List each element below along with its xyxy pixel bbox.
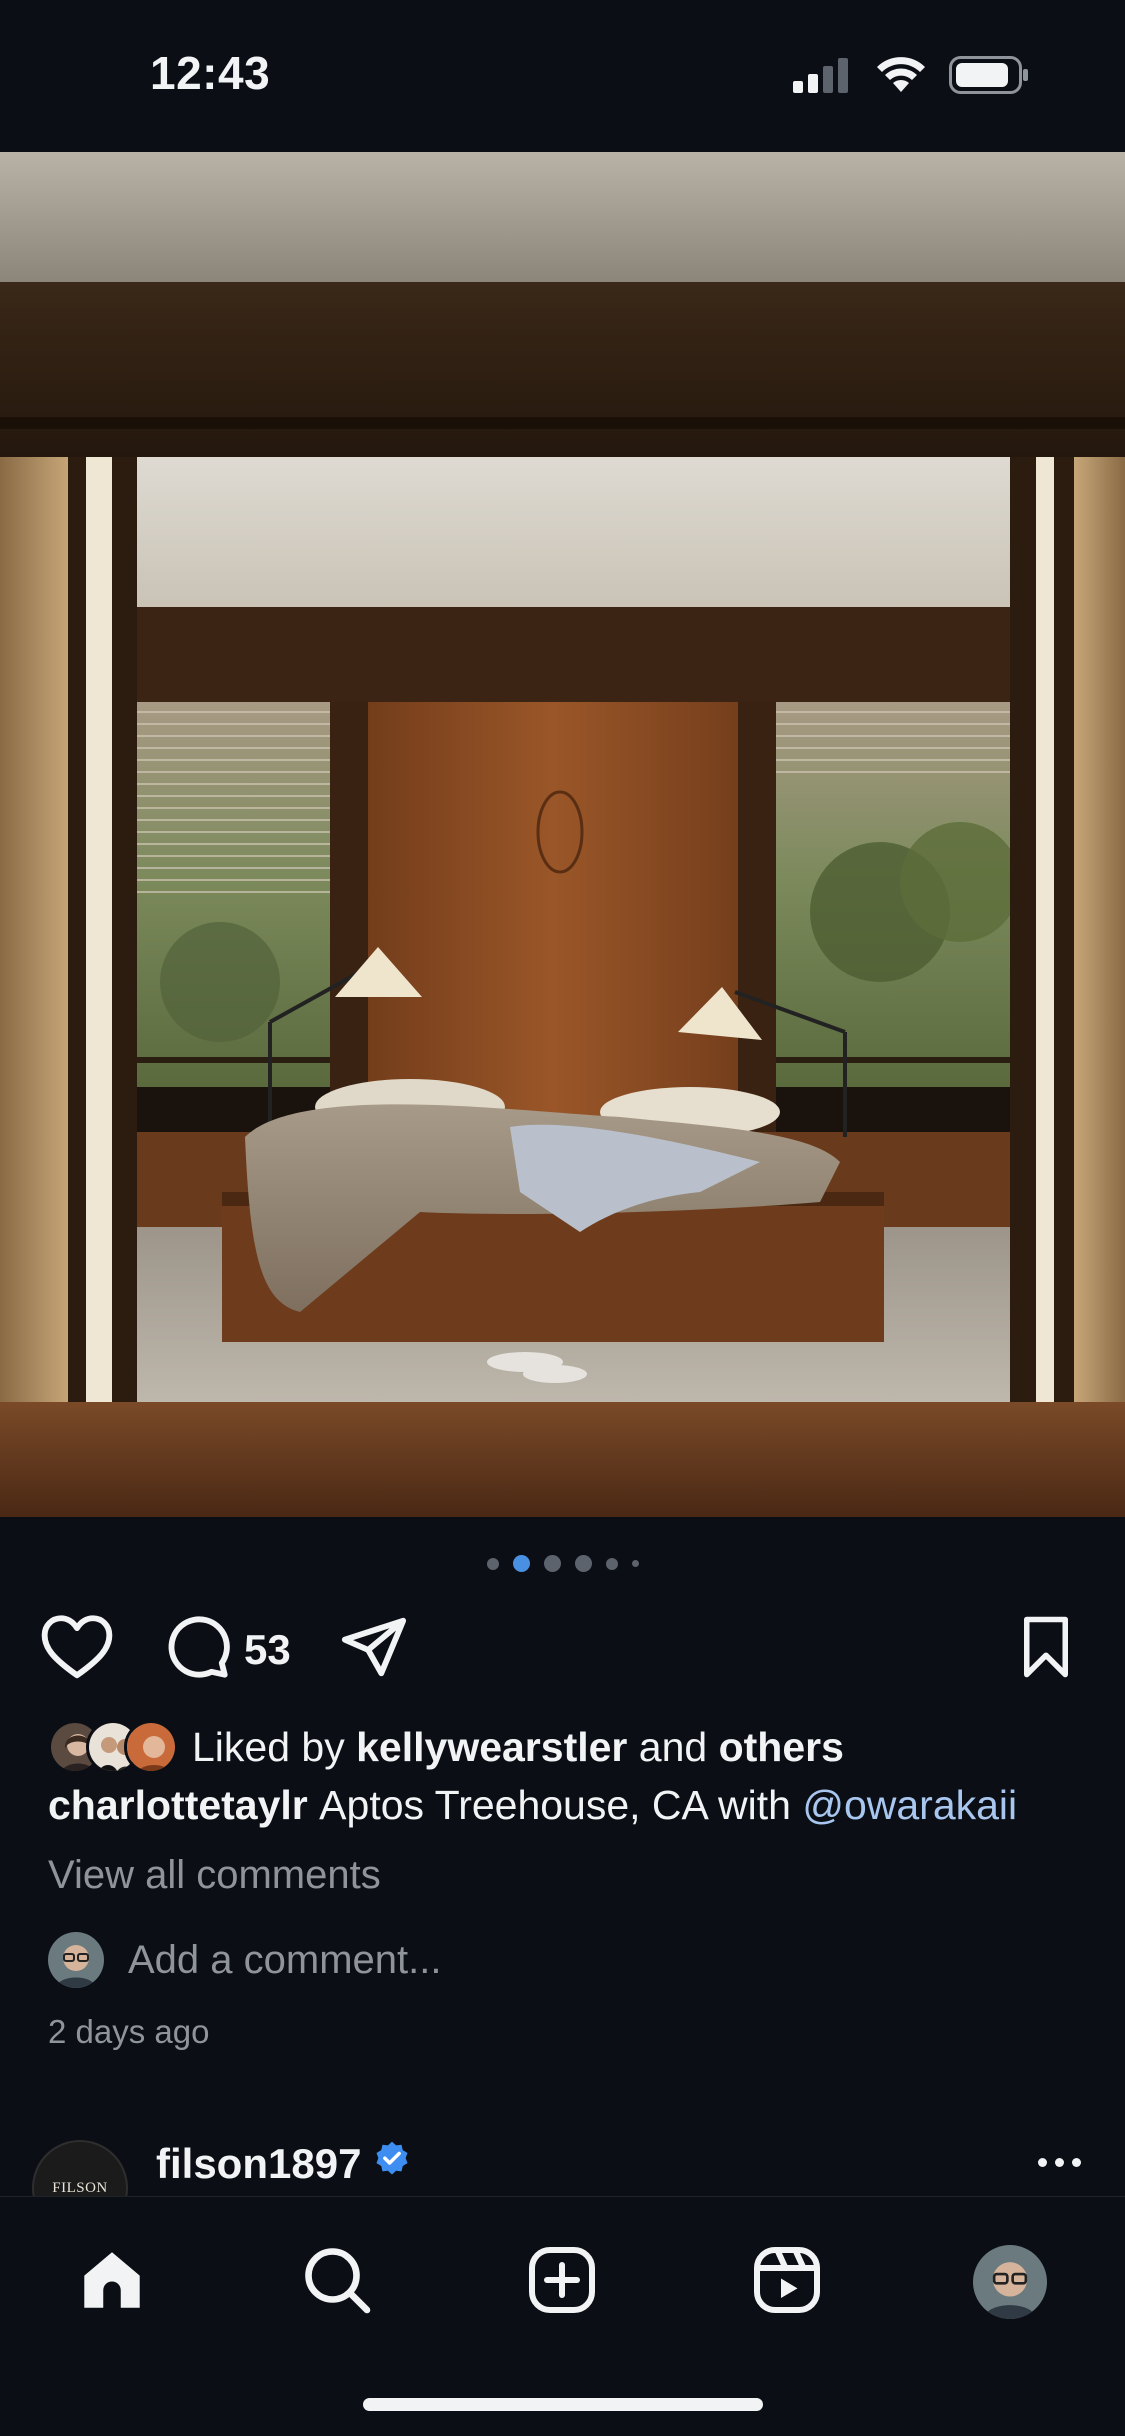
avatar-logo-text: FILSON (52, 2179, 108, 2196)
comment-input-placeholder[interactable]: Add a comment... (128, 1938, 441, 1983)
comment-count: 53 (244, 1625, 291, 1673)
avatar (48, 1932, 104, 1988)
heart-icon (40, 1612, 114, 1685)
like-button[interactable] (40, 1612, 114, 1685)
profile-avatar (973, 2245, 1047, 2319)
caption-text: Aptos Treehouse, CA with (319, 1782, 791, 1828)
carousel-dot (631, 1560, 639, 1567)
carousel-dot-active (512, 1555, 530, 1572)
liked-by-others[interactable]: others (719, 1724, 844, 1771)
carousel-dot (543, 1555, 561, 1572)
save-button[interactable] (1016, 1614, 1076, 1685)
carousel-indicator (0, 1555, 1125, 1572)
verified-badge-icon (373, 2140, 411, 2188)
add-comment-row[interactable]: Add a comment... (48, 1932, 441, 1988)
share-button[interactable] (338, 1612, 410, 1687)
next-post-header: FILSON filson1897 (0, 2120, 1125, 2236)
battery-icon (949, 56, 1029, 99)
tab-profile[interactable] (965, 2237, 1055, 2327)
status-time: 12:43 (150, 47, 271, 99)
reels-icon (751, 2244, 823, 2321)
liked-by-prefix: Liked by (192, 1723, 345, 1770)
post-actions: 53 (0, 1612, 1125, 1692)
bookmark-icon (1016, 1614, 1076, 1685)
status-bar: 12:43 (0, 0, 1125, 152)
tab-reels[interactable] (742, 2237, 832, 2327)
comment-button[interactable]: 53 (162, 1612, 291, 1687)
liked-by-row[interactable]: Liked by kellywearstler and others (48, 1720, 844, 1774)
liked-by-avatars (48, 1720, 178, 1774)
bedroom-photo-illustration (0, 152, 1125, 1517)
next-post-username[interactable]: filson1897 (156, 2140, 361, 2188)
paper-plane-icon (338, 1612, 410, 1687)
tab-search[interactable] (292, 2237, 382, 2327)
tab-create[interactable] (517, 2237, 607, 2327)
comment-icon (162, 1612, 232, 1687)
carousel-dot (605, 1557, 618, 1570)
home-icon (76, 2245, 148, 2320)
caption-username[interactable]: charlottetaylr (48, 1782, 308, 1828)
home-indicator[interactable] (363, 2398, 763, 2411)
liked-by-username[interactable]: kellywearstler (356, 1724, 627, 1771)
more-options-icon[interactable] (1038, 2158, 1081, 2167)
caption-mention[interactable]: @owarakaii (802, 1782, 1017, 1828)
post-caption: charlottetaylr Aptos Treehouse, CA with … (48, 1782, 1017, 1829)
carousel-dot (574, 1555, 592, 1572)
wifi-icon (875, 56, 927, 99)
liked-by-joiner: and (638, 1723, 708, 1770)
carousel-dot (486, 1557, 499, 1570)
status-icons (793, 56, 1029, 99)
create-icon (526, 2244, 598, 2321)
post-photo[interactable] (0, 152, 1125, 1517)
avatar (124, 1720, 178, 1774)
tab-home[interactable] (67, 2237, 157, 2327)
view-all-comments-link[interactable]: View all comments (48, 1853, 381, 1898)
cellular-signal-icon (793, 57, 853, 98)
post-timestamp: 2 days ago (48, 2013, 210, 2050)
search-icon (301, 2244, 373, 2321)
next-post-username-row[interactable]: filson1897 (156, 2140, 411, 2188)
